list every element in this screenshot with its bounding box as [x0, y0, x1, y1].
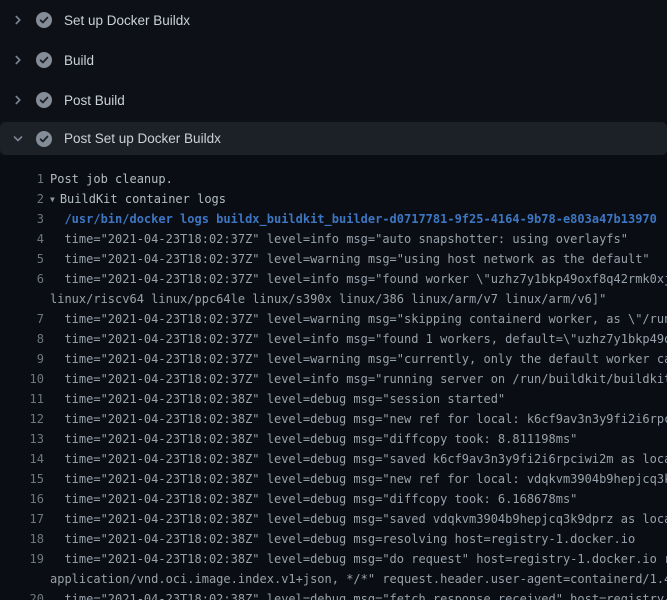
step-label: Set up Docker Buildx [64, 13, 190, 28]
log-text: time="2021-04-23T18:02:37Z" level=warnin… [50, 349, 667, 369]
log-row: 3 /usr/bin/docker logs buildx_buildkit_b… [0, 209, 667, 229]
step-row-1[interactable]: Build [0, 40, 667, 80]
line-number[interactable]: 12 [0, 409, 44, 429]
log-group-collapse-icon[interactable]: ▼ [50, 190, 55, 210]
log-row: 8 time="2021-04-23T18:02:37Z" level=info… [0, 329, 667, 349]
line-number[interactable]: 9 [0, 349, 44, 369]
log-row: 14 time="2021-04-23T18:02:38Z" level=deb… [0, 449, 667, 469]
line-number[interactable]: 15 [0, 469, 44, 489]
log-text: time="2021-04-23T18:02:37Z" level=info m… [50, 269, 667, 289]
log-text: time="2021-04-23T18:02:37Z" level=info m… [50, 369, 667, 389]
log-text: time="2021-04-23T18:02:38Z" level=debug … [50, 589, 667, 600]
steps-list: Set up Docker Buildx Build Post Build [0, 0, 667, 120]
line-number[interactable]: 11 [0, 389, 44, 409]
log-text: linux/riscv64 linux/ppc64le linux/s390x … [50, 289, 606, 309]
log-row: application/vnd.oci.image.index.v1+json,… [0, 569, 667, 589]
step-label: Build [64, 53, 94, 68]
line-number[interactable]: 2 [0, 189, 44, 209]
log-row: 19 time="2021-04-23T18:02:38Z" level=deb… [0, 549, 667, 569]
line-number[interactable]: 4 [0, 229, 44, 249]
check-circle-icon [36, 52, 52, 68]
log-text: time="2021-04-23T18:02:38Z" level=debug … [50, 489, 577, 509]
log-row: 4 time="2021-04-23T18:02:37Z" level=info… [0, 229, 667, 249]
line-number[interactable]: 19 [0, 549, 44, 569]
check-circle-icon [36, 92, 52, 108]
line-number[interactable]: 17 [0, 509, 44, 529]
log-text: time="2021-04-23T18:02:38Z" level=debug … [50, 509, 667, 529]
log-text: time="2021-04-23T18:02:37Z" level=warnin… [50, 309, 667, 329]
log-text: time="2021-04-23T18:02:37Z" level=info m… [50, 329, 667, 349]
line-number[interactable]: 5 [0, 249, 44, 269]
step-label: Post Build [64, 93, 125, 108]
log-row: 9 time="2021-04-23T18:02:37Z" level=warn… [0, 349, 667, 369]
log-row: 16 time="2021-04-23T18:02:38Z" level=deb… [0, 489, 667, 509]
log-area: 1 Post job cleanup. 2 ▼BuildKit containe… [0, 155, 667, 600]
log-text: time="2021-04-23T18:02:38Z" level=debug … [50, 409, 667, 429]
log-row: 2 ▼BuildKit container logs [0, 189, 667, 209]
line-number[interactable]: 3 [0, 209, 44, 229]
log-row: 10 time="2021-04-23T18:02:37Z" level=inf… [0, 369, 667, 389]
chevron-right-icon[interactable] [10, 92, 26, 108]
log-text: application/vnd.oci.image.index.v1+json,… [50, 569, 667, 589]
log-row: 7 time="2021-04-23T18:02:37Z" level=warn… [0, 309, 667, 329]
chevron-down-icon[interactable] [10, 131, 26, 147]
log-text: time="2021-04-23T18:02:38Z" level=debug … [50, 389, 505, 409]
log-row: linux/riscv64 linux/ppc64le linux/s390x … [0, 289, 667, 309]
log-text: time="2021-04-23T18:02:38Z" level=debug … [50, 529, 635, 549]
line-number[interactable]: 8 [0, 329, 44, 349]
log-text: time="2021-04-23T18:02:38Z" level=debug … [50, 469, 667, 489]
log-row: 6 time="2021-04-23T18:02:37Z" level=info… [0, 269, 667, 289]
expanded-step-label: Post Set up Docker Buildx [64, 131, 221, 146]
line-number[interactable] [0, 569, 44, 589]
log-text: time="2021-04-23T18:02:37Z" level=warnin… [50, 249, 650, 269]
line-number[interactable]: 6 [0, 269, 44, 289]
expanded-step-header[interactable]: Post Set up Docker Buildx [0, 122, 667, 155]
check-circle-icon [36, 131, 52, 147]
line-number[interactable]: 13 [0, 429, 44, 449]
log-row: 20 time="2021-04-23T18:02:38Z" level=deb… [0, 589, 667, 600]
log-text: /usr/bin/docker logs buildx_buildkit_bui… [50, 209, 657, 229]
log-row: 15 time="2021-04-23T18:02:38Z" level=deb… [0, 469, 667, 489]
log-row: 13 time="2021-04-23T18:02:38Z" level=deb… [0, 429, 667, 449]
log-row: 5 time="2021-04-23T18:02:37Z" level=warn… [0, 249, 667, 269]
line-number[interactable]: 7 [0, 309, 44, 329]
line-number[interactable]: 16 [0, 489, 44, 509]
log-text: Post job cleanup. [50, 169, 173, 189]
log-row: 18 time="2021-04-23T18:02:38Z" level=deb… [0, 529, 667, 549]
chevron-right-icon[interactable] [10, 52, 26, 68]
log-text: time="2021-04-23T18:02:37Z" level=info m… [50, 229, 628, 249]
workflow-log-viewer: Set up Docker Buildx Build Post Build [0, 0, 667, 600]
line-number[interactable]: 1 [0, 169, 44, 189]
log-row: 17 time="2021-04-23T18:02:38Z" level=deb… [0, 509, 667, 529]
log-group-header[interactable]: ▼BuildKit container logs [50, 189, 226, 209]
log-text: time="2021-04-23T18:02:38Z" level=debug … [50, 429, 577, 449]
log-text: time="2021-04-23T18:02:38Z" level=debug … [50, 449, 667, 469]
step-row-2[interactable]: Post Build [0, 80, 667, 120]
log-text: time="2021-04-23T18:02:38Z" level=debug … [50, 549, 667, 569]
check-circle-icon [36, 12, 52, 28]
line-number[interactable]: 18 [0, 529, 44, 549]
line-number[interactable]: 14 [0, 449, 44, 469]
log-row: 1 Post job cleanup. [0, 169, 667, 189]
line-number[interactable] [0, 289, 44, 309]
line-number[interactable]: 10 [0, 369, 44, 389]
log-row: 12 time="2021-04-23T18:02:38Z" level=deb… [0, 409, 667, 429]
log-row: 11 time="2021-04-23T18:02:38Z" level=deb… [0, 389, 667, 409]
line-number[interactable]: 20 [0, 589, 44, 600]
chevron-right-icon[interactable] [10, 12, 26, 28]
step-row-0[interactable]: Set up Docker Buildx [0, 0, 667, 40]
